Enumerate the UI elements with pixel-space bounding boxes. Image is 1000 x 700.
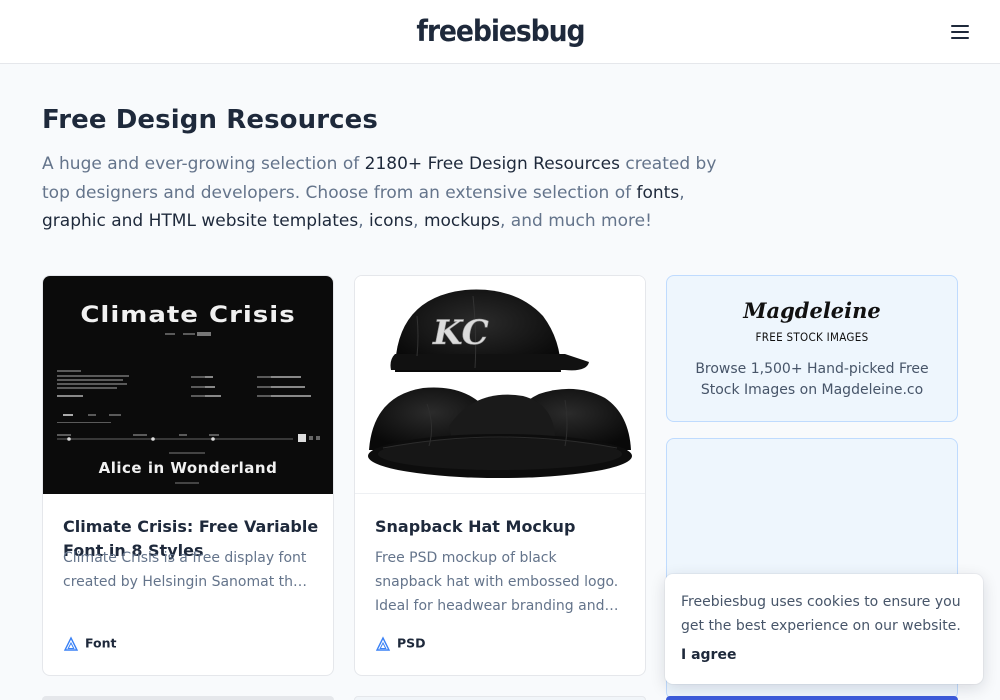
card-description: Free PSD mockup of black snapback hat wi… (375, 550, 619, 614)
resource-card[interactable]: Climate Crisis Alice in Wonderland Clima… (42, 275, 334, 676)
hamburger-menu-icon[interactable] (948, 22, 972, 42)
magdeleine-ad[interactable]: Magdeleine FREE STOCK IMAGES Browse 1,50… (666, 275, 958, 422)
resource-card[interactable]: KC Snapback Hat Mockup Free PSD mockup o… (354, 275, 646, 676)
resource-card-peek (42, 696, 334, 700)
cookie-banner: Freebiesbug uses cookies to ensure you g… (665, 574, 983, 684)
icons-link[interactable]: icons (369, 211, 413, 231)
card-thumbnail[interactable]: Climate Crisis Alice in Wonderland (43, 276, 333, 494)
ad-description: Browse 1,500+ Hand-picked Free Stock Ima… (695, 361, 929, 398)
triangle-category-icon (63, 635, 79, 651)
snapback-hat-illustration: KC (368, 289, 632, 478)
card-title[interactable]: Snapback Hat Mockup (375, 515, 631, 539)
thumbnail-subheading: Alice in Wonderland (98, 459, 278, 477)
triangle-category-icon (375, 635, 391, 651)
cookie-agree-button[interactable]: I agree (681, 643, 736, 667)
card-category[interactable]: Font (63, 635, 117, 651)
templates-link[interactable]: graphic and HTML website templates (42, 211, 358, 231)
card-description: Climate Crisis is a free display font cr… (63, 550, 308, 590)
resources-count-link[interactable]: 2180+ Free Design Resources (365, 154, 620, 174)
magdeleine-tagline: FREE STOCK IMAGES (755, 330, 869, 344)
resource-card-peek (666, 696, 958, 700)
site-logo[interactable]: freebiesbug (0, 13, 1000, 49)
fonts-link[interactable]: fonts (637, 183, 680, 203)
card-thumbnail[interactable]: KC (355, 276, 645, 494)
mockups-link[interactable]: mockups (424, 211, 500, 231)
cookie-message: Freebiesbug uses cookies to ensure you g… (681, 594, 961, 634)
page-description: A huge and ever-growing selection of 218… (42, 154, 717, 231)
card-category[interactable]: PSD (375, 635, 426, 651)
page-title: Free Design Resources (42, 105, 378, 135)
site-header: freebiesbug (0, 0, 1000, 64)
resource-card-peek (354, 696, 646, 700)
svg-text:KC: KC (432, 313, 489, 353)
magdeleine-logo: Magdeleine (743, 298, 881, 323)
